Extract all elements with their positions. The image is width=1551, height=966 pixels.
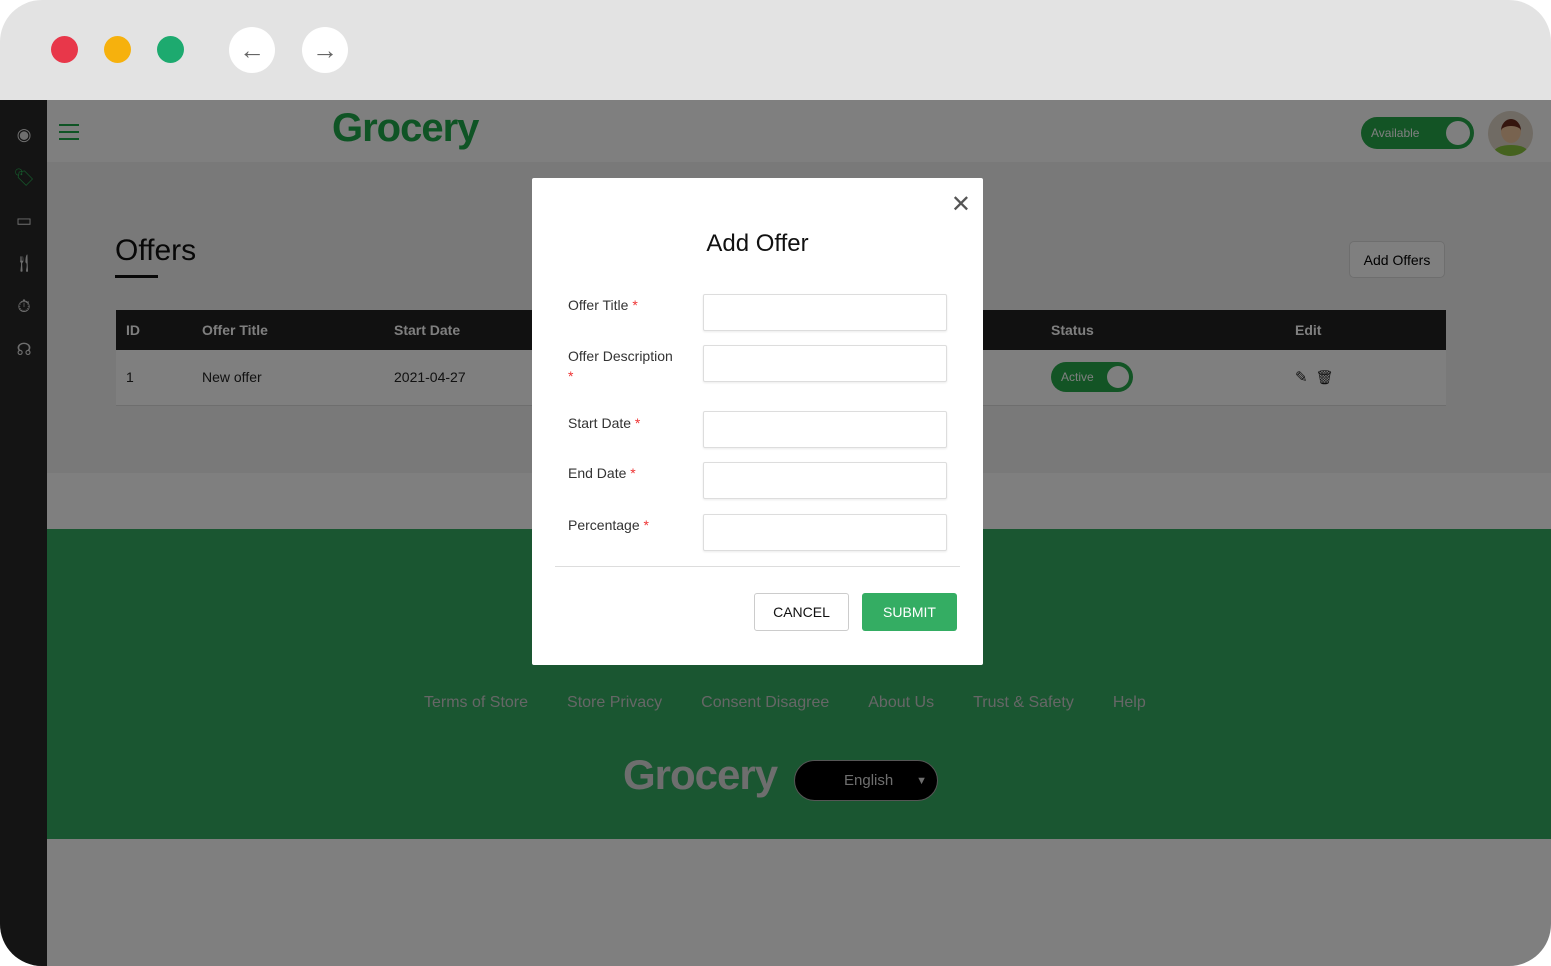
percentage-input[interactable] — [703, 514, 947, 551]
start-date-input[interactable] — [703, 411, 947, 448]
submit-button[interactable]: SUBMIT — [862, 593, 957, 631]
modal-title: Add Offer — [706, 230, 809, 257]
offer-description-label: Offer Description * — [568, 348, 673, 384]
offer-title-input[interactable] — [703, 294, 947, 331]
percentage-label: Percentage * — [568, 517, 649, 533]
minimize-window-button[interactable] — [104, 36, 131, 63]
browser-toolbar: ← → — [0, 0, 1551, 100]
close-icon[interactable]: ✕ — [951, 190, 971, 219]
app: ◉ 🏷︎ ▭ 🍴︎ ⏱︎ ☊ Grocery Available Offers … — [0, 100, 1551, 966]
browser-window: ← → ◉ 🏷︎ ▭ 🍴︎ ⏱︎ ☊ Grocery Available Off… — [0, 0, 1551, 966]
arrow-right-icon: → — [312, 34, 338, 65]
modal-divider — [555, 566, 960, 567]
add-offer-modal: ✕ Add Offer Offer Title * Offer Descript… — [532, 178, 983, 665]
end-date-label: End Date * — [568, 465, 636, 481]
offer-description-input[interactable] — [703, 345, 947, 382]
maximize-window-button[interactable] — [157, 36, 184, 63]
start-date-label: Start Date * — [568, 415, 641, 431]
offer-title-label: Offer Title * — [568, 297, 638, 313]
cancel-button[interactable]: CANCEL — [754, 593, 849, 631]
arrow-left-icon: ← — [239, 34, 265, 65]
back-button[interactable]: ← — [229, 27, 275, 73]
end-date-input[interactable] — [703, 462, 947, 499]
close-window-button[interactable] — [51, 36, 78, 63]
forward-button[interactable]: → — [302, 27, 348, 73]
